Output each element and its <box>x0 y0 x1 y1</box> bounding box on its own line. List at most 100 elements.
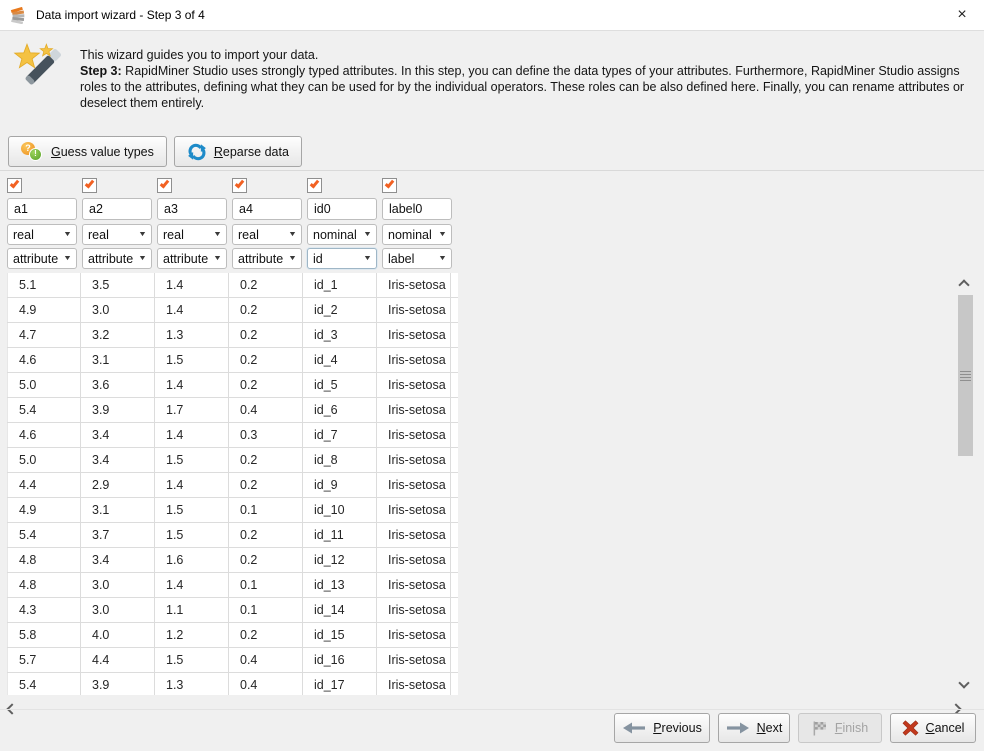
table-cell: Iris-setosa <box>377 648 451 672</box>
window-title: Data import wizard - Step 3 of 4 <box>36 8 205 22</box>
value-type-dropdown[interactable]: real▼ <box>232 224 302 245</box>
vertical-scrollbar-thumb[interactable] <box>958 295 973 456</box>
attribute-column-header: real▼ attribute▼ <box>232 178 302 272</box>
attribute-name-input[interactable] <box>232 198 302 220</box>
footer-button-bar: Previous Next <box>614 713 976 743</box>
toolbar: ? ! Guess value types Reparse data <box>8 136 302 167</box>
next-button[interactable]: Next <box>718 713 790 743</box>
cancel-button[interactable]: Cancel <box>890 713 976 743</box>
table-cell: id_2 <box>303 298 377 322</box>
value-type-dropdown[interactable]: real▼ <box>157 224 227 245</box>
previous-button[interactable]: Previous <box>614 713 710 743</box>
column-select-checkbox[interactable] <box>382 178 397 193</box>
column-select-checkbox[interactable] <box>82 178 97 193</box>
reparse-data-button[interactable]: Reparse data <box>174 136 302 167</box>
chevron-down-icon: ▼ <box>63 231 72 238</box>
table-cell: 4.7 <box>7 323 81 347</box>
table-cell: 0.2 <box>229 298 303 322</box>
table-cell: 3.9 <box>81 398 155 422</box>
table-cell: Iris-setosa <box>377 348 451 372</box>
chevron-down-icon: ▼ <box>363 231 372 238</box>
table-cell: 1.4 <box>155 298 229 322</box>
role-dropdown-value: attribute <box>238 252 283 266</box>
next-label: Next <box>757 721 783 735</box>
role-dropdown-value: attribute <box>88 252 133 266</box>
guess-value-types-button[interactable]: ? ! Guess value types <box>8 136 167 167</box>
role-dropdown-value: label <box>388 252 414 266</box>
table-cell: 5.0 <box>7 373 81 397</box>
attribute-column-header: real▼ attribute ▼ <box>82 178 152 272</box>
table-row: 5.43.91.30.4id_17Iris-setosa <box>7 673 458 695</box>
footer-separator <box>0 709 984 710</box>
value-type-dropdown-value: real <box>13 228 34 242</box>
scroll-up-icon[interactable] <box>960 276 968 294</box>
vertical-scrollbar[interactable] <box>957 274 974 694</box>
value-type-dropdown[interactable]: nominal▼ <box>307 224 377 245</box>
table-row: 4.33.01.10.1id_14Iris-setosa <box>7 598 458 623</box>
attribute-name-input[interactable] <box>382 198 452 220</box>
role-dropdown[interactable]: attribute▼ <box>157 248 227 269</box>
table-cell: 4.6 <box>7 348 81 372</box>
table-cell: 1.5 <box>155 498 229 522</box>
chevron-down-icon: ▼ <box>438 255 447 262</box>
attribute-column-header: real ▼ attribute▼ <box>7 178 77 272</box>
table-cell: Iris-setosa <box>377 673 451 695</box>
attribute-name-input[interactable] <box>307 198 377 220</box>
table-cell: 4.9 <box>7 298 81 322</box>
attribute-column-header: real▼ attribute▼ <box>157 178 227 272</box>
table-cell: id_7 <box>303 423 377 447</box>
table-row: 5.43.71.50.2id_11Iris-setosa <box>7 523 458 548</box>
table-cell: 1.4 <box>155 373 229 397</box>
close-icon[interactable]: × <box>949 0 975 30</box>
table-cell: id_4 <box>303 348 377 372</box>
column-select-checkbox[interactable] <box>307 178 322 193</box>
attribute-name-input[interactable] <box>7 198 77 220</box>
intro-line1: This wizard guides you to import your da… <box>80 47 974 63</box>
table-row: 4.73.21.30.2id_3Iris-setosa <box>7 323 458 348</box>
role-dropdown[interactable]: attribute▼ <box>7 248 77 269</box>
table-cell: 4.9 <box>7 498 81 522</box>
table-cell: 3.0 <box>81 298 155 322</box>
intro-step-text: RapidMiner Studio uses strongly typed at… <box>80 64 964 110</box>
table-cell: id_8 <box>303 448 377 472</box>
table-cell: 4.3 <box>7 598 81 622</box>
table-cell: Iris-setosa <box>377 323 451 347</box>
guess-value-types-icon: ? ! <box>21 142 44 162</box>
table-row: 4.93.01.40.2id_2Iris-setosa <box>7 298 458 323</box>
value-type-dropdown[interactable]: real ▼ <box>7 224 77 245</box>
column-select-checkbox[interactable] <box>157 178 172 193</box>
table-cell: Iris-setosa <box>377 398 451 422</box>
column-select-checkbox[interactable] <box>7 178 22 193</box>
table-cell: 1.3 <box>155 323 229 347</box>
role-dropdown[interactable]: label ▼ <box>382 248 452 269</box>
table-cell: id_14 <box>303 598 377 622</box>
role-dropdown[interactable]: attribute▼ <box>232 248 302 269</box>
table-cell: 1.7 <box>155 398 229 422</box>
attribute-name-input[interactable] <box>82 198 152 220</box>
attribute-name-input[interactable] <box>157 198 227 220</box>
table-cell: id_5 <box>303 373 377 397</box>
value-type-dropdown[interactable]: real▼ <box>82 224 152 245</box>
table-cell: 0.1 <box>229 498 303 522</box>
table-cell: 1.5 <box>155 348 229 372</box>
chevron-down-icon: ▼ <box>138 255 147 262</box>
table-cell: 0.2 <box>229 548 303 572</box>
table-cell: id_9 <box>303 473 377 497</box>
role-dropdown[interactable]: attribute ▼ <box>82 248 152 269</box>
table-cell: 5.0 <box>7 448 81 472</box>
table-cell: 4.8 <box>7 548 81 572</box>
value-type-dropdown[interactable]: nominal▼ <box>382 224 452 245</box>
column-select-checkbox[interactable] <box>232 178 247 193</box>
table-cell: id_16 <box>303 648 377 672</box>
table-cell: Iris-setosa <box>377 623 451 647</box>
table-row: 4.63.11.50.2id_4Iris-setosa <box>7 348 458 373</box>
exclamation-bubble-icon: ! <box>29 148 42 161</box>
table-cell: 3.1 <box>81 498 155 522</box>
table-cell: 5.4 <box>7 398 81 422</box>
scroll-down-icon[interactable] <box>960 674 968 692</box>
table-cell: 0.2 <box>229 348 303 372</box>
value-type-dropdown-value: real <box>163 228 184 242</box>
role-dropdown[interactable]: id▼ <box>307 248 377 269</box>
table-row: 5.03.41.50.2id_8Iris-setosa <box>7 448 458 473</box>
table-cell: 0.4 <box>229 398 303 422</box>
